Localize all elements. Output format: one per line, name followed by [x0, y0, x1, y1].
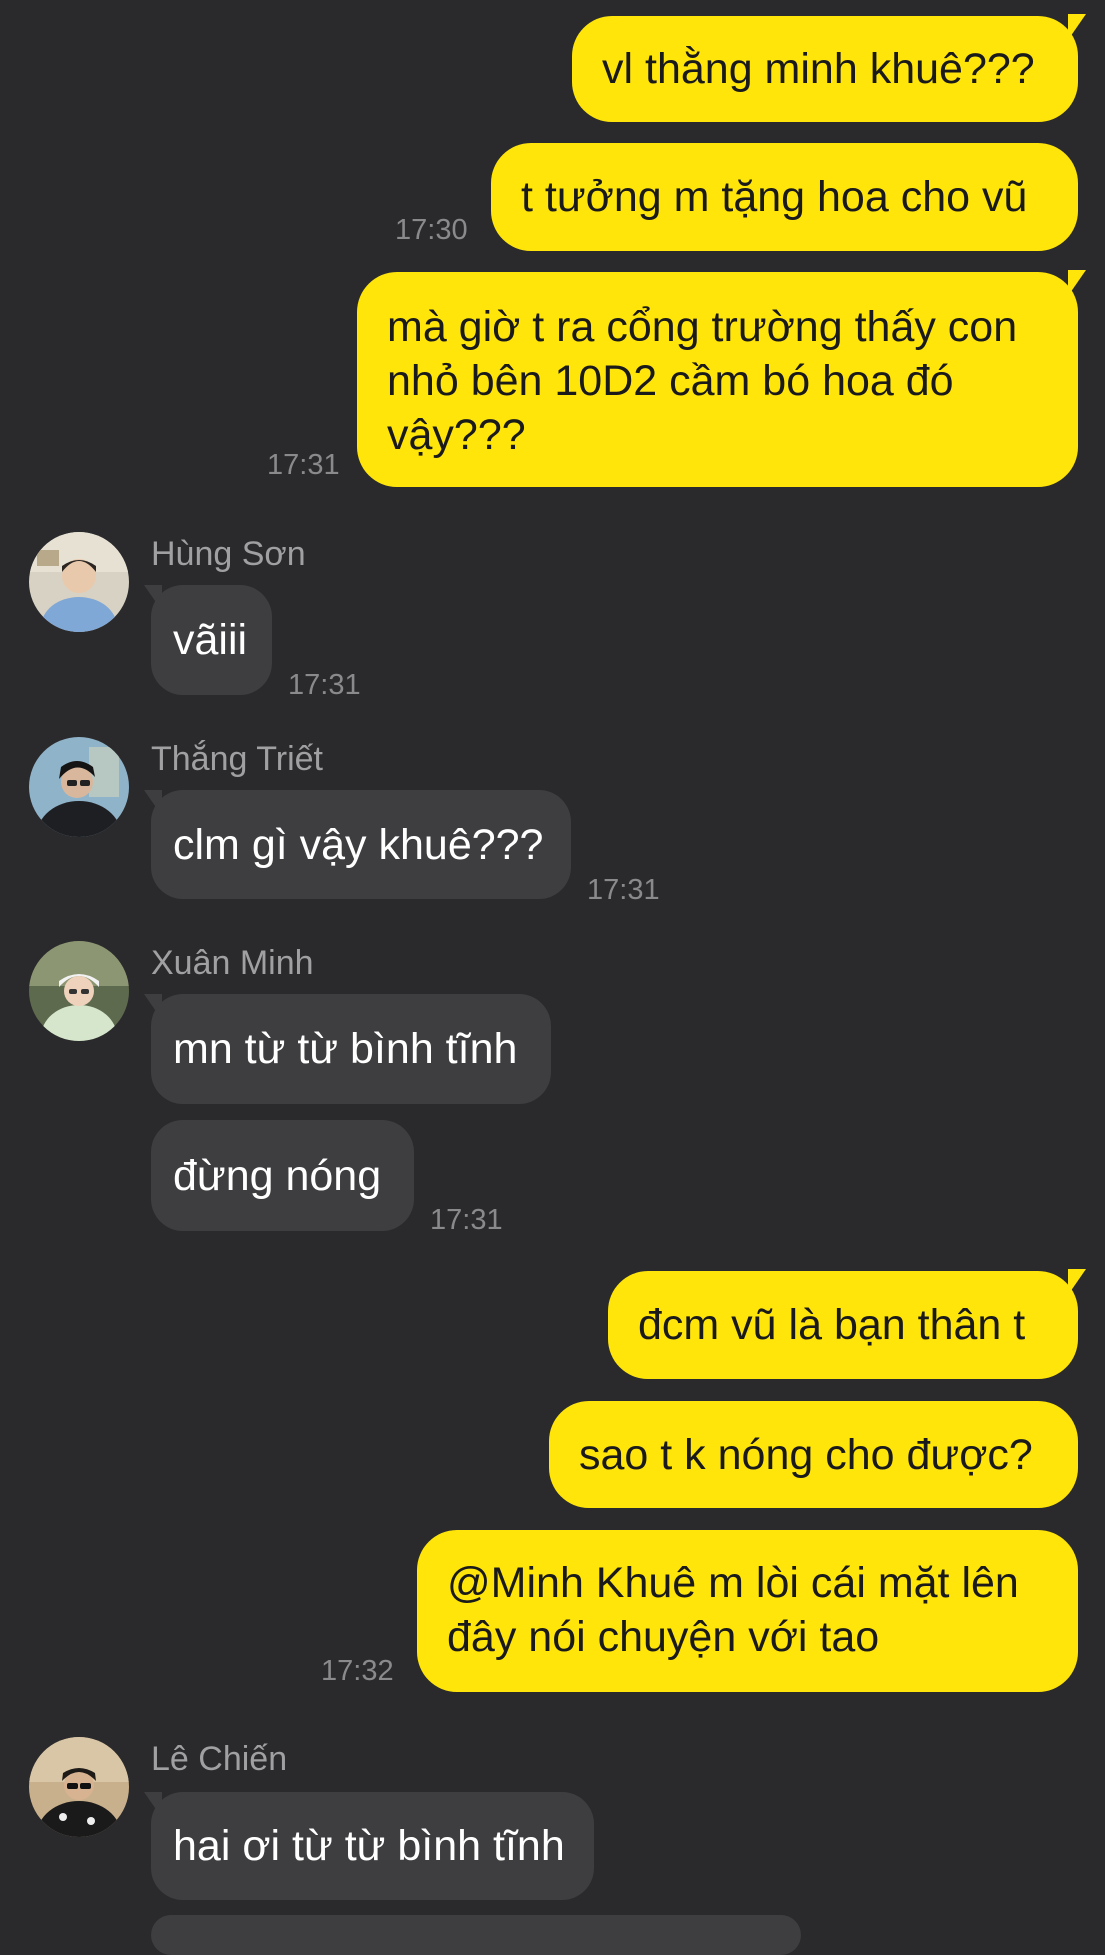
message-bubble-incoming[interactable]: hai ơi từ từ bình tĩnh — [151, 1792, 594, 1900]
bubble-tail — [1068, 270, 1086, 296]
message-bubble-outgoing[interactable]: t tưởng m tặng hoa cho vũ — [491, 143, 1078, 251]
avatar-thang-triet[interactable] — [29, 737, 129, 837]
message-timestamp: 17:31 — [288, 669, 361, 701]
message-bubble-outgoing[interactable]: vl thằng minh khuê??? — [572, 16, 1078, 122]
avatar-thang-triet-icon — [29, 737, 129, 837]
avatar-le-chien-icon — [29, 1737, 129, 1837]
avatar-hung-son[interactable] — [29, 532, 129, 632]
message-timestamp: 17:31 — [267, 449, 340, 481]
sender-name: Thắng Triết — [151, 740, 323, 778]
message-bubble-outgoing[interactable]: @Minh Khuê m lòi cái mặt lên đây nói chu… — [417, 1530, 1078, 1692]
message-text: mà giờ t ra cổng trường thấy con nhỏ bên… — [387, 303, 1018, 459]
message-bubble-incoming[interactable]: clm gì vậy khuê??? — [151, 790, 571, 899]
message-text: đcm vũ là bạn thân t — [638, 1301, 1026, 1349]
message-text: t tưởng m tặng hoa cho vũ — [521, 173, 1028, 221]
sender-name: Lê Chiến — [151, 1740, 288, 1778]
message-text: hai ơi từ từ bình tĩnh — [173, 1822, 565, 1870]
message-bubble-incoming[interactable]: mn từ từ bình tĩnh — [151, 994, 551, 1104]
message-bubble-incoming[interactable]: vãiii — [151, 585, 272, 695]
message-text: @Minh Khuê m lòi cái mặt lên đây nói chu… — [447, 1559, 1019, 1661]
message-bubble-outgoing[interactable]: đcm vũ là bạn thân t — [608, 1271, 1078, 1379]
message-timestamp: 17:32 — [321, 1655, 394, 1687]
message-text: đừng nóng — [173, 1151, 382, 1200]
message-text: mn từ từ bình tĩnh — [173, 1025, 518, 1073]
avatar-xuan-minh[interactable] — [29, 941, 129, 1041]
message-timestamp: 17:30 — [395, 214, 468, 246]
message-bubble-incoming[interactable]: đừng nóng — [151, 1120, 414, 1231]
message-bubble-outgoing[interactable]: mà giờ t ra cổng trường thấy con nhỏ bên… — [357, 272, 1078, 487]
avatar-le-chien[interactable] — [29, 1737, 129, 1837]
message-text: vl thằng minh khuê??? — [602, 45, 1035, 93]
avatar-xuan-minh-icon — [29, 941, 129, 1041]
message-text: sao t k nóng cho được? — [579, 1430, 1033, 1479]
sender-name: Hùng Sơn — [151, 535, 306, 573]
sender-name: Xuân Minh — [151, 944, 314, 982]
bubble-tail — [1068, 1269, 1086, 1295]
message-timestamp: 17:31 — [430, 1204, 503, 1236]
message-text: vãiii — [173, 616, 248, 664]
message-bubble-incoming-partial[interactable] — [151, 1915, 801, 1955]
bubble-tail — [1068, 14, 1086, 40]
message-text: clm gì vậy khuê??? — [173, 820, 544, 869]
message-bubble-outgoing[interactable]: sao t k nóng cho được? — [549, 1401, 1078, 1508]
avatar-hung-son-icon — [29, 532, 129, 632]
message-timestamp: 17:31 — [587, 874, 660, 906]
